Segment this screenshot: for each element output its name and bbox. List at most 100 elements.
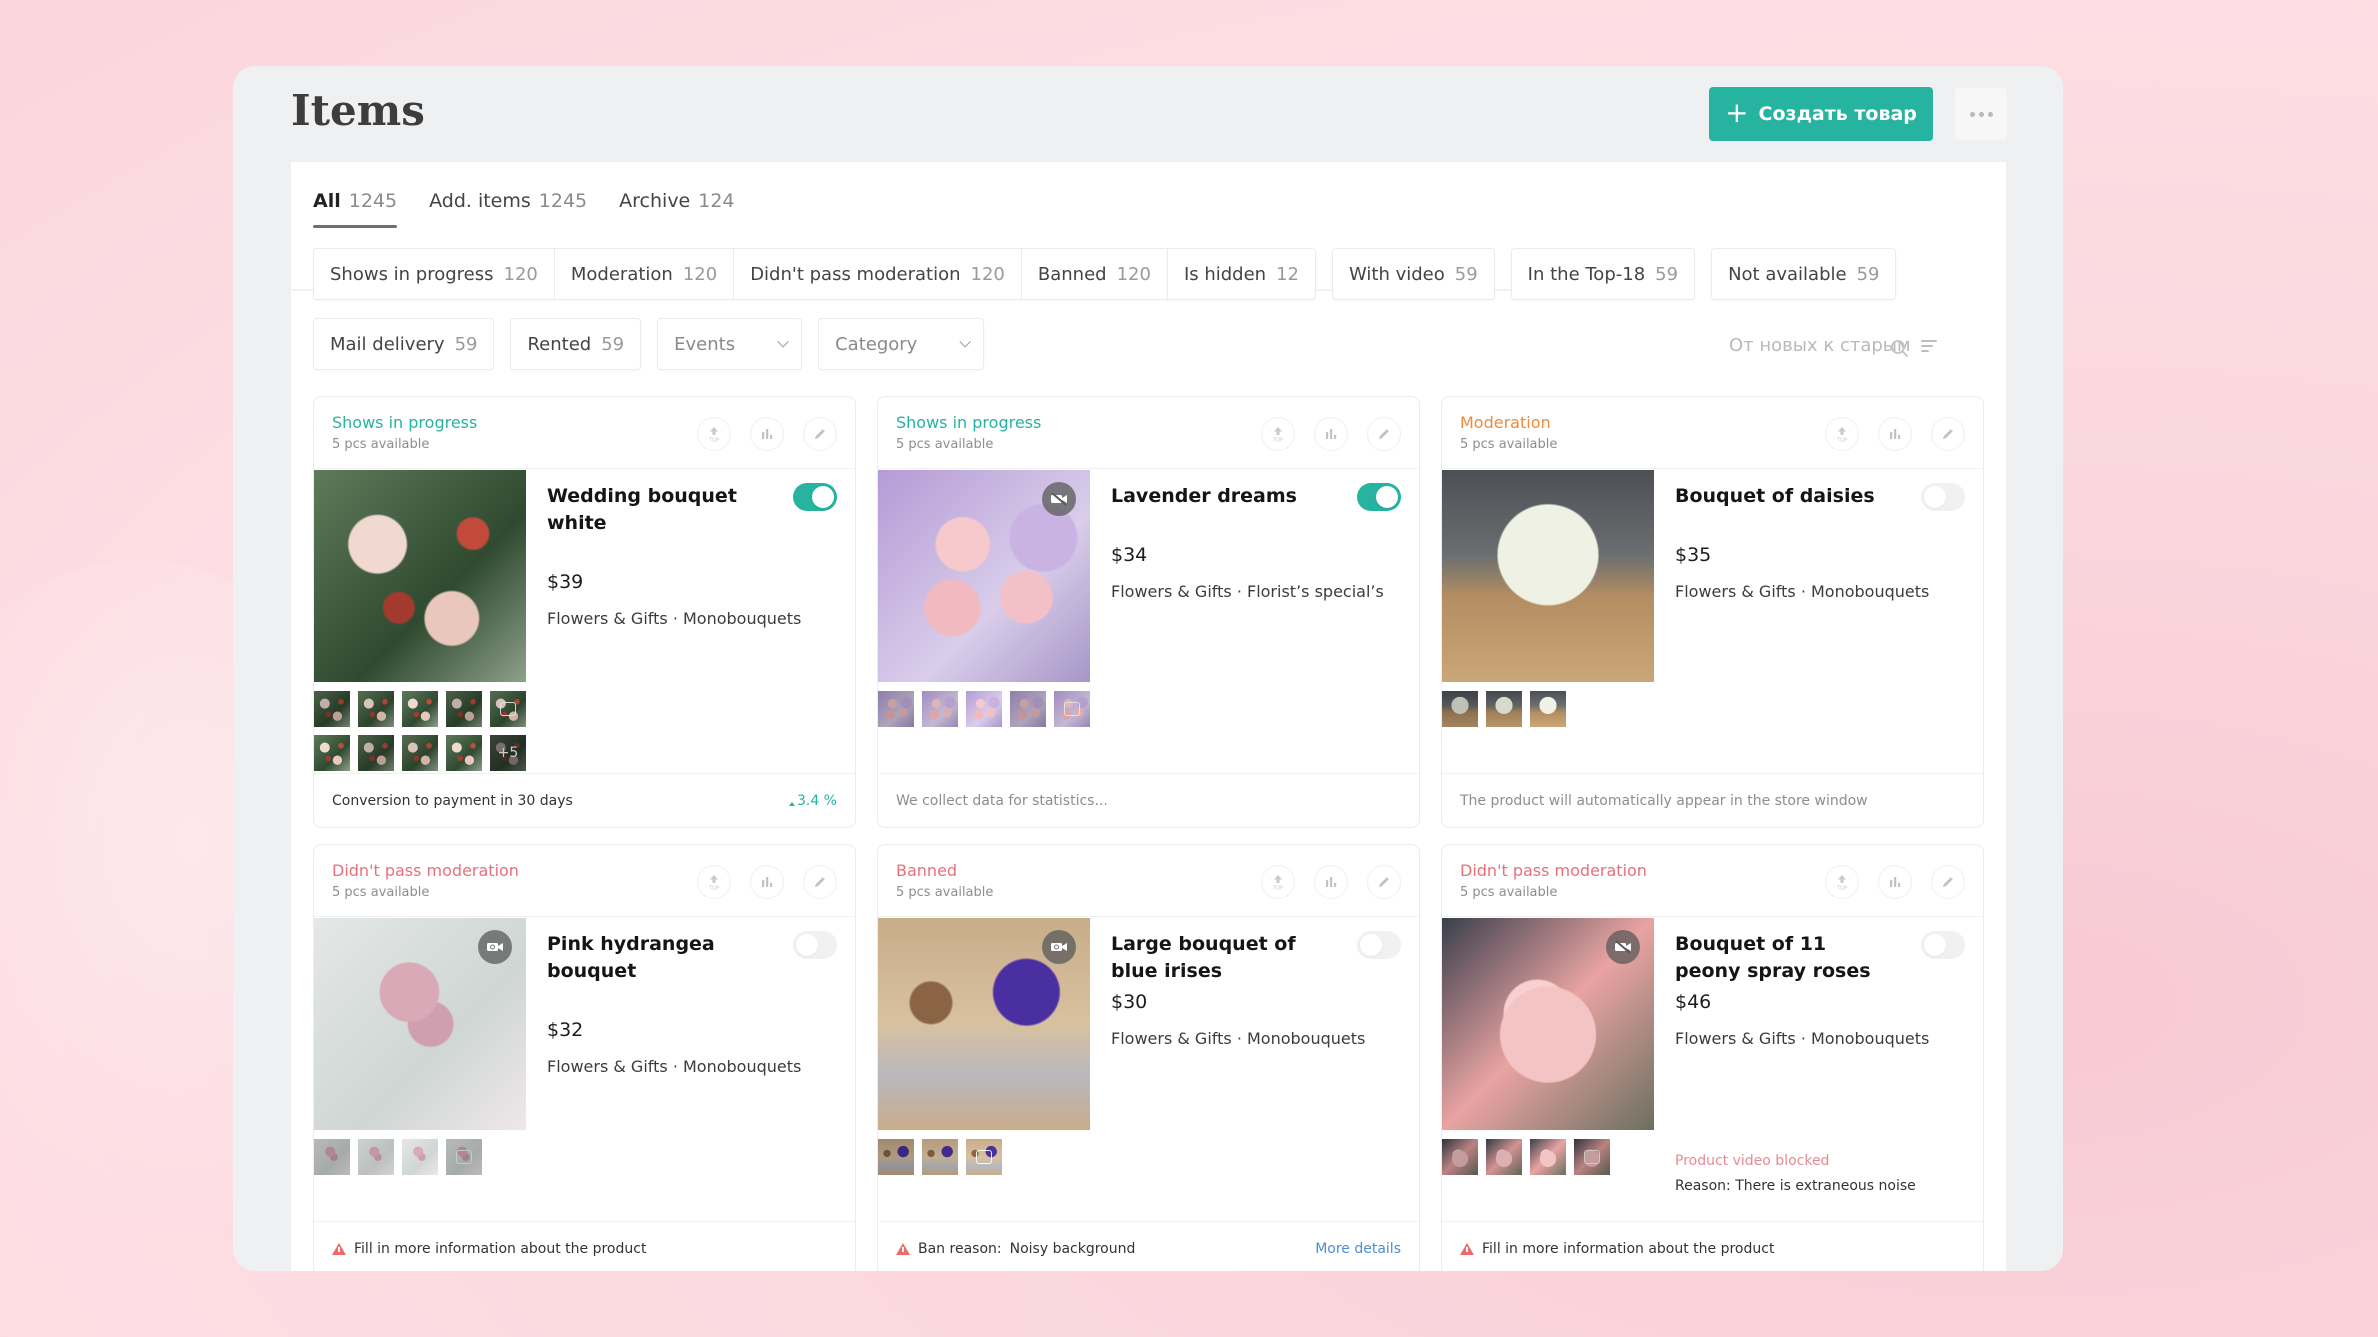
photo-thumbnail[interactable]	[314, 1139, 350, 1175]
photo-thumbnail[interactable]	[402, 1139, 438, 1175]
photo-thumbnail[interactable]	[966, 691, 1002, 727]
more-dots-icon	[1969, 111, 1975, 117]
photo-thumbnail[interactable]	[1530, 1139, 1566, 1175]
photo-thumbnail[interactable]	[1442, 1139, 1478, 1175]
stats-button[interactable]	[1314, 865, 1348, 899]
photo-thumbnail[interactable]	[490, 691, 526, 727]
photo-thumbnail[interactable]	[1486, 691, 1522, 727]
filter-count: 59	[1454, 263, 1478, 285]
photo-thumbnail[interactable]	[1010, 691, 1046, 727]
photo-thumbnail[interactable]	[446, 691, 482, 727]
edit-button[interactable]	[1367, 417, 1401, 451]
edit-button[interactable]	[1931, 417, 1965, 451]
more-photos-count[interactable]: +5	[490, 735, 526, 771]
product-photo[interactable]	[878, 470, 1090, 682]
more-options-button[interactable]	[1955, 88, 2007, 140]
photo-thumbnail[interactable]	[314, 691, 350, 727]
photo-thumbnail[interactable]	[402, 691, 438, 727]
visibility-toggle[interactable]	[1921, 931, 1965, 959]
visibility-toggle[interactable]	[1921, 483, 1965, 511]
photo-thumbnail[interactable]	[966, 1139, 1002, 1175]
photo-thumbnail[interactable]	[446, 1139, 482, 1175]
photo-thumbnail[interactable]	[1054, 691, 1090, 727]
edit-button[interactable]	[803, 865, 837, 899]
product-photo[interactable]	[878, 918, 1090, 1130]
product-photo[interactable]	[1442, 470, 1654, 682]
photo-thumbnail[interactable]: +5	[490, 735, 526, 771]
photo-thumbnail[interactable]	[446, 735, 482, 771]
photo-thumbnail[interactable]	[1442, 691, 1478, 727]
promote-top-button[interactable]: TOP	[697, 865, 731, 899]
stats-button[interactable]	[750, 417, 784, 451]
filter-label: With video	[1349, 263, 1445, 285]
photo-thumbnail[interactable]	[878, 1139, 914, 1175]
card-actions: TOP	[1261, 865, 1401, 899]
product-photo[interactable]	[1442, 918, 1654, 1130]
stats-button[interactable]	[1878, 865, 1912, 899]
filter-rented[interactable]: Rented 59	[510, 318, 642, 370]
stats-button[interactable]	[750, 865, 784, 899]
stats-button[interactable]	[1878, 417, 1912, 451]
photo-thumbnail[interactable]	[314, 735, 350, 771]
filter-in-the-top-18[interactable]: In the Top-18 59	[1510, 248, 1696, 300]
category-select[interactable]: Category	[818, 318, 985, 370]
more-details-link[interactable]: More details	[1315, 1241, 1401, 1257]
events-select[interactable]: Events	[657, 318, 803, 370]
svg-text:TOP: TOP	[1272, 438, 1283, 444]
tabs: All 1245 Add. items 1245 Archive 124	[313, 190, 735, 228]
tab-label: All	[313, 190, 341, 212]
tab-archive[interactable]: Archive 124	[619, 190, 734, 226]
page-title: Items	[291, 86, 425, 135]
edit-button[interactable]	[1367, 865, 1401, 899]
tab-all[interactable]: All 1245	[313, 190, 398, 228]
edit-button[interactable]	[1931, 865, 1965, 899]
photo-thumbnail[interactable]	[1530, 691, 1566, 727]
promote-top-button[interactable]: TOP	[1261, 865, 1295, 899]
footer-note: The product will automatically appear in…	[1460, 792, 1868, 809]
promote-top-button[interactable]: TOP	[1825, 865, 1859, 899]
photo-thumbnail[interactable]	[922, 1139, 958, 1175]
photo-thumbnails: +5	[314, 691, 526, 771]
create-item-button[interactable]: + Создать товар	[1709, 87, 1933, 141]
filter-not-available[interactable]: Not available 59	[1711, 248, 1897, 300]
filter-didnt-pass-moderation[interactable]: Didn't pass moderation 120	[733, 248, 1022, 300]
promote-top-button[interactable]: TOP	[1825, 417, 1859, 451]
photo-thumbnail[interactable]	[358, 735, 394, 771]
video-badge[interactable]	[1042, 930, 1076, 964]
filter-with-video[interactable]: With video 59	[1332, 248, 1495, 300]
video-thumbnail-icon	[456, 1150, 472, 1164]
search-icon[interactable]	[1889, 338, 1911, 360]
video-badge[interactable]	[478, 930, 512, 964]
visibility-toggle[interactable]	[793, 483, 837, 511]
filter-moderation[interactable]: Moderation 120	[553, 248, 735, 300]
filter-shows-in-progress[interactable]: Shows in progress 120	[313, 248, 555, 300]
photo-thumbnail[interactable]	[402, 735, 438, 771]
video-badge[interactable]	[1606, 930, 1640, 964]
visibility-toggle[interactable]	[793, 931, 837, 959]
filter-mail-delivery[interactable]: Mail delivery 59	[313, 318, 495, 370]
product-photo[interactable]	[314, 470, 526, 682]
svg-text:TOP: TOP	[708, 886, 719, 892]
photo-thumbnail[interactable]	[1486, 1139, 1522, 1175]
visibility-toggle[interactable]	[1357, 483, 1401, 511]
video-blocked-reason: Reason: There is extraneous noise	[1675, 1178, 1916, 1194]
promote-top-button[interactable]: TOP	[697, 417, 731, 451]
video-badge[interactable]	[1042, 482, 1076, 516]
filter-banned[interactable]: Banned 120	[1020, 248, 1168, 300]
product-photo[interactable]	[314, 918, 526, 1130]
photo-thumbnail[interactable]	[358, 691, 394, 727]
visibility-toggle[interactable]	[1357, 931, 1401, 959]
promote-top-button[interactable]: TOP	[1261, 417, 1295, 451]
availability-label: 5 pcs available	[896, 885, 994, 900]
photo-thumbnail[interactable]	[922, 691, 958, 727]
filter-label: Rented	[527, 333, 592, 355]
product-category: Flowers & Gifts · Monobouquets	[1675, 1029, 1930, 1048]
photo-thumbnail[interactable]	[1574, 1139, 1610, 1175]
photo-thumbnail[interactable]	[878, 691, 914, 727]
photo-thumbnail[interactable]	[358, 1139, 394, 1175]
card-header: Didn't pass moderation 5 pcs available T…	[1442, 845, 1983, 917]
edit-button[interactable]	[803, 417, 837, 451]
tab-add-items[interactable]: Add. items 1245	[429, 190, 587, 226]
stats-button[interactable]	[1314, 417, 1348, 451]
filter-is-hidden[interactable]: Is hidden 12	[1166, 248, 1316, 300]
